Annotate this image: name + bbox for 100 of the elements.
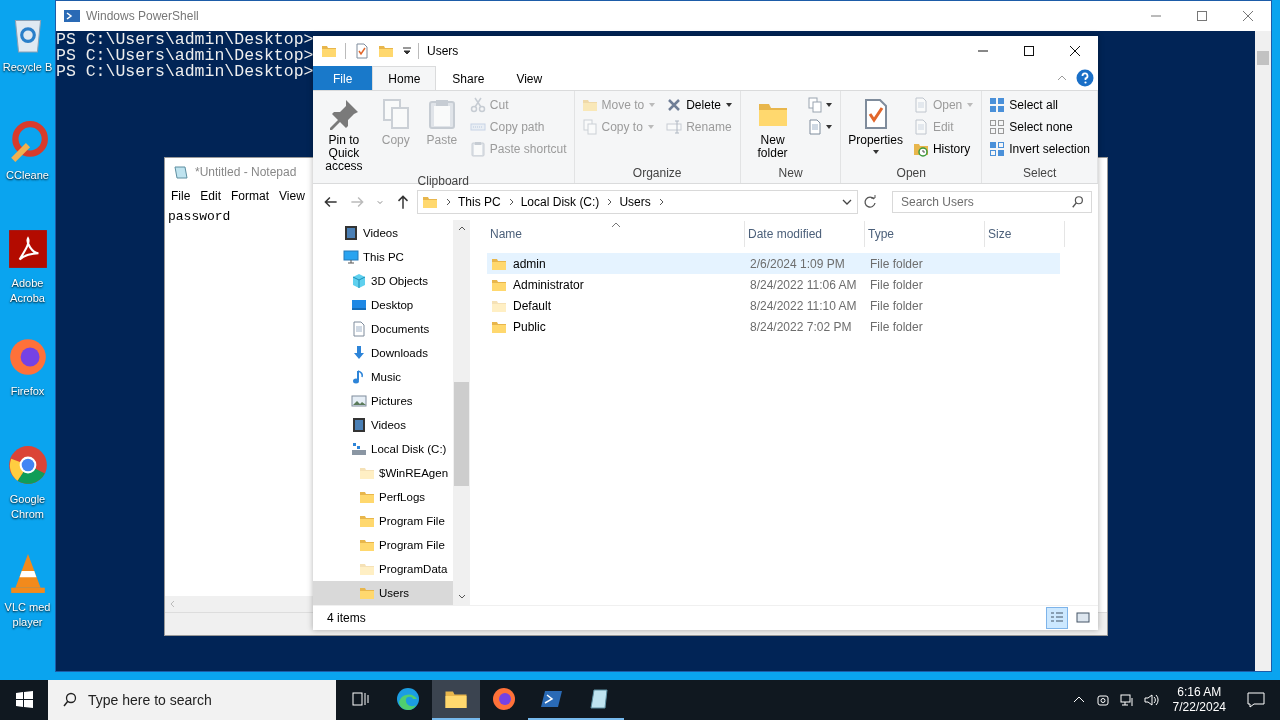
tree-item[interactable]: Videos: [313, 413, 453, 437]
group-label: Organize: [631, 165, 683, 182]
browser-icon: [396, 687, 420, 711]
group-label: New: [777, 165, 804, 182]
tree-item[interactable]: Users: [313, 581, 453, 605]
group-label: Clipboard: [416, 173, 470, 189]
tree-item[interactable]: Downloads: [313, 341, 453, 365]
tree-item[interactable]: Program File: [313, 509, 453, 533]
item-count: 4 items: [327, 611, 366, 625]
refresh-button[interactable]: [862, 194, 878, 210]
notification-icon[interactable]: [1246, 690, 1266, 710]
checklist-icon[interactable]: [354, 43, 370, 59]
console-line: PS C:\Users\admin\Desktop>: [56, 64, 314, 80]
ribbon-tab[interactable]: File: [313, 66, 373, 90]
clipboard-icon: [469, 141, 486, 157]
ribbon-button[interactable]: Select all: [986, 94, 1093, 116]
window-title: Windows PowerShell: [86, 9, 199, 23]
scroll-thumb[interactable]: [454, 382, 469, 486]
ribbon-button[interactable]: Properties: [845, 94, 906, 155]
tree-item[interactable]: Documents: [313, 317, 453, 341]
menu-item[interactable]: Format: [231, 189, 270, 203]
ribbon-tab[interactable]: Share: [436, 66, 501, 90]
copy-icon: [581, 119, 598, 135]
tree-item[interactable]: ProgramData: [313, 557, 453, 581]
ribbon-button[interactable]: Select none: [986, 116, 1093, 138]
copy-icon: [807, 97, 824, 113]
scrollbar[interactable]: [1255, 31, 1271, 671]
search-field[interactable]: Search Users: [892, 191, 1092, 213]
window-title: *Untitled - Notepad: [195, 164, 297, 179]
table-cell-text: File folder: [869, 277, 924, 292]
file-row[interactable]: Administrator 8/24/2022 11:06 AM File folder: [487, 274, 1060, 295]
console-line: PS C:\Users\admin\Desktop>: [56, 48, 314, 64]
column-header[interactable]: Size: [985, 221, 1065, 247]
tree-item[interactable]: Videos: [313, 221, 453, 245]
ribbon-button[interactable]: New folder: [744, 94, 801, 160]
camera-icon[interactable]: [1094, 692, 1111, 708]
file-name: Default: [513, 298, 552, 313]
select-none-icon: [989, 119, 1006, 135]
history-icon: [912, 141, 929, 157]
menu-item[interactable]: File: [171, 189, 191, 203]
network-icon[interactable]: [1118, 692, 1135, 708]
pdf-icon[interactable]: [6, 228, 49, 270]
tree-item[interactable]: Music: [313, 365, 453, 389]
invert-selection-icon: [989, 141, 1006, 157]
browser-icon[interactable]: [6, 444, 49, 486]
address-bar[interactable]: This PC Local Disk (C:) Users: [417, 190, 858, 214]
menu-item[interactable]: Edit: [200, 189, 222, 203]
tree-item[interactable]: $WinREAgen: [313, 461, 453, 485]
table-cell-text: File folder: [869, 298, 924, 313]
table-cell-text: File folder: [869, 319, 924, 334]
group-label: Open: [895, 165, 927, 182]
terminal-icon: [64, 8, 80, 24]
scrollbar[interactable]: [453, 220, 470, 605]
ribbon-button[interactable]: Invert selection: [986, 138, 1093, 160]
column-header[interactable]: Name: [487, 221, 745, 247]
group-label: Select: [1021, 165, 1058, 182]
folder-icon: [422, 194, 438, 210]
console-line: PS C:\Users\admin\Desktop>: [56, 32, 314, 48]
file-row[interactable]: Public 8/24/2022 7:02 PM File folder: [487, 316, 1060, 337]
ribbon-button[interactable]: History: [909, 138, 978, 160]
column-header[interactable]: Type: [865, 221, 985, 247]
file-name: Administrator: [513, 277, 584, 292]
table-cell-text: 8/24/2022 7:02 PM: [749, 319, 853, 334]
ribbon-button[interactable]: Delete: [663, 94, 736, 116]
document-icon: [807, 119, 824, 135]
tree-item[interactable]: 3D Objects: [313, 269, 453, 293]
tree-item[interactable]: Local Disk (C:): [313, 437, 453, 461]
ribbon-tab[interactable]: View: [500, 66, 559, 90]
scissors-icon: [469, 97, 486, 113]
tree-item[interactable]: PerfLogs: [313, 485, 453, 509]
taskbar-button[interactable]: [432, 680, 480, 720]
window-title: Users: [427, 44, 459, 58]
table-cell-text: File folder: [869, 256, 924, 271]
document-icon: [912, 97, 929, 113]
scrollbar[interactable]: [165, 596, 313, 612]
menu-item[interactable]: View: [279, 189, 305, 203]
tree-item[interactable]: This PC: [313, 245, 453, 269]
column-header[interactable]: Date modified: [745, 221, 865, 247]
help-icon[interactable]: [1076, 69, 1094, 87]
sort-icon: [610, 222, 621, 228]
breadcrumb[interactable]: Users: [619, 195, 651, 209]
ribbon-button[interactable]: Pin to Quick access: [317, 94, 371, 173]
file-row[interactable]: admin 2/6/2024 1:09 PM File folder: [487, 253, 1060, 274]
caret-icon[interactable]: [402, 46, 412, 56]
tree-item[interactable]: Desktop: [313, 293, 453, 317]
clock[interactable]: 6:16 AM 7/22/2024: [1162, 680, 1236, 720]
file-row[interactable]: Default 8/24/2022 11:10 AM File folder: [487, 295, 1060, 316]
breadcrumb[interactable]: This PC: [458, 195, 501, 209]
table-cell-text: 8/24/2022 11:10 AM: [749, 298, 858, 313]
folder-icon: [581, 97, 598, 113]
pin-icon: [327, 98, 360, 130]
tree-item[interactable]: Program File: [313, 533, 453, 557]
table-cell-text: 8/24/2022 11:06 AM: [749, 277, 858, 292]
ribbon-tab[interactable]: Home: [372, 66, 437, 90]
search-field[interactable]: Type here to search: [48, 680, 336, 720]
speaker-icon[interactable]: [1142, 692, 1159, 708]
breadcrumb[interactable]: Local Disk (C:): [520, 195, 600, 209]
select-all-icon: [989, 97, 1006, 113]
tree-item[interactable]: Pictures: [313, 389, 453, 413]
file-name: admin: [513, 256, 546, 271]
